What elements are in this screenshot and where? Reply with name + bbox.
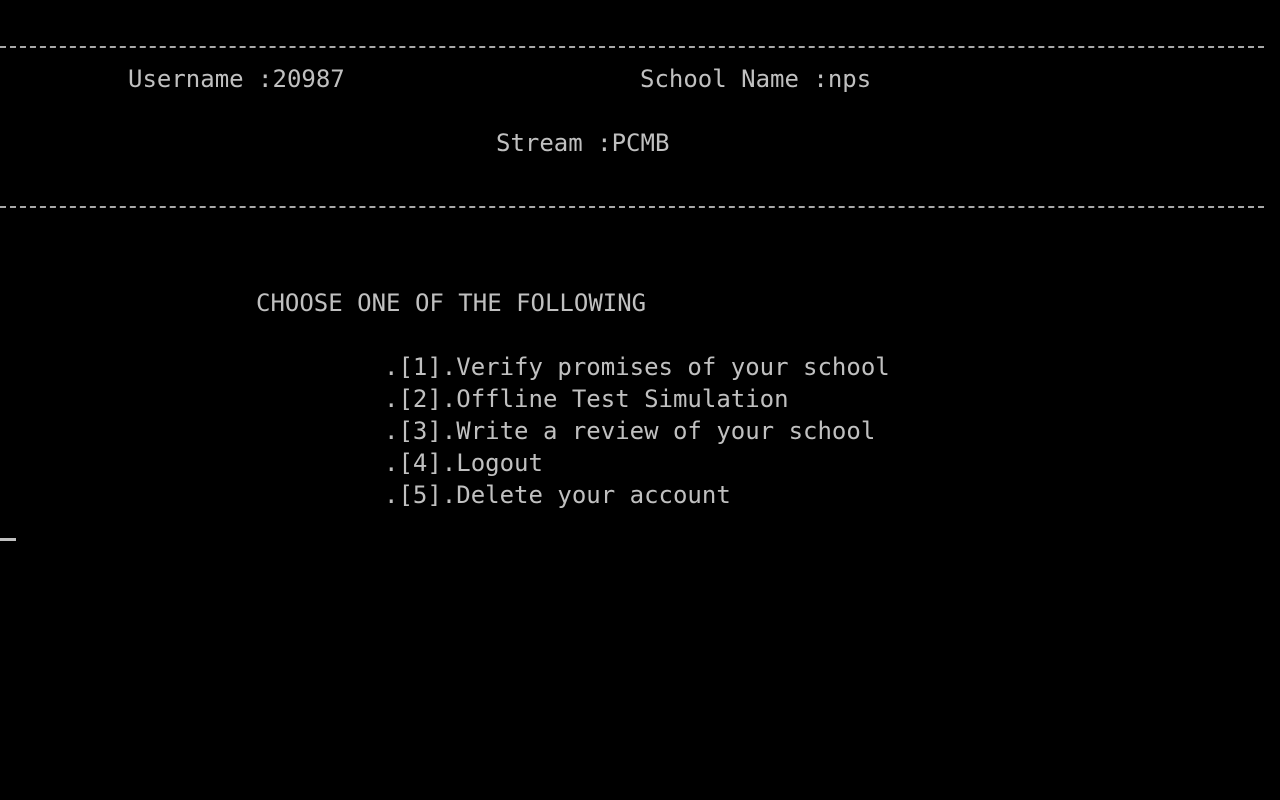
menu-item-offline-test[interactable]: .[2].Offline Test Simulation xyxy=(384,383,789,415)
school-name-value: nps xyxy=(827,65,872,93)
username-label: Username : xyxy=(128,65,273,93)
dos-console: { "header": { "username_label": "Usernam… xyxy=(0,0,1280,800)
bottom-divider xyxy=(0,206,1264,208)
menu-item-delete-account[interactable]: .[5].Delete your account xyxy=(384,479,731,511)
text-cursor[interactable] xyxy=(0,538,16,541)
menu-item-verify-promises[interactable]: .[1].Verify promises of your school xyxy=(384,351,890,383)
school-name-label: School Name : xyxy=(640,65,828,93)
menu-heading: CHOOSE ONE OF THE FOLLOWING xyxy=(256,289,647,317)
menu-item-logout[interactable]: .[4].Logout xyxy=(384,447,543,479)
school-name-field: School Name :nps xyxy=(640,63,871,95)
username-field: Username :20987 xyxy=(128,63,345,95)
menu-item-write-review[interactable]: .[3].Write a review of your school xyxy=(384,415,875,447)
username-value: 20987 xyxy=(272,65,345,93)
stream-field: Stream :PCMB xyxy=(496,127,669,159)
top-divider xyxy=(0,46,1264,48)
stream-value: PCMB xyxy=(611,129,670,157)
stream-label: Stream : xyxy=(496,129,612,157)
